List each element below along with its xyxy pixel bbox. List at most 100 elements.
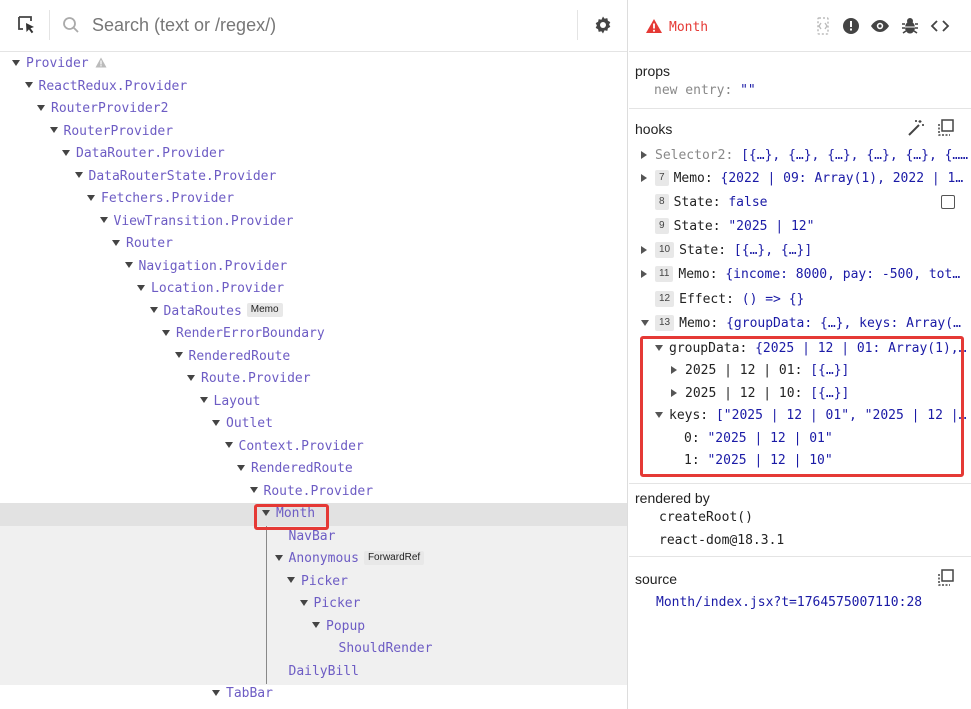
- copy-icon[interactable]: [936, 568, 956, 588]
- hook-row[interactable]: 11 Memo: {income: 8000, pay: -500, tot…: [641, 265, 960, 285]
- view-source-icon[interactable]: [930, 16, 950, 36]
- hook-row[interactable]: 13 Memo: {groupData: {…}, keys: Array(…: [641, 314, 961, 334]
- expand-icon[interactable]: [641, 150, 647, 159]
- gear-icon[interactable]: [593, 15, 613, 35]
- search-input[interactable]: [92, 12, 562, 38]
- tree-row[interactable]: Router: [0, 233, 627, 256]
- tree-row[interactable]: DataRouterState.Provider: [0, 166, 627, 189]
- expand-toggle-icon[interactable]: [74, 172, 83, 178]
- expand-toggle-icon[interactable]: [212, 689, 220, 696]
- expand-toggle-icon[interactable]: [274, 554, 283, 561]
- suspend-toggle-icon[interactable]: [813, 16, 833, 36]
- hook-name: Effect:: [679, 292, 734, 307]
- props-section: props new entry: "": [629, 53, 971, 109]
- tree-row[interactable]: DataRouter.Provider: [0, 143, 627, 166]
- expand-toggle-icon[interactable]: [249, 487, 258, 493]
- tree-row[interactable]: Context.Provider: [0, 436, 627, 459]
- tree-row[interactable]: Route.Provider: [0, 481, 627, 504]
- state-checkbox[interactable]: [941, 195, 955, 209]
- hooks-title: hooks: [635, 121, 673, 137]
- tree-row[interactable]: Fetchers.Provider: [0, 188, 627, 211]
- tree-row[interactable]: DailyBill: [0, 661, 627, 684]
- collapse-icon[interactable]: [641, 319, 649, 326]
- new-entry-key: new entry:: [654, 83, 733, 98]
- expand-toggle-icon[interactable]: [87, 194, 95, 201]
- expand-toggle-icon[interactable]: [49, 127, 58, 133]
- tree-toolbar: [0, 0, 627, 52]
- hook-index: 13: [655, 314, 675, 331]
- expand-toggle-icon[interactable]: [187, 374, 195, 381]
- tree-node-label: RenderErrorBoundary: [176, 326, 325, 341]
- tree-row[interactable]: RenderErrorBoundary: [0, 323, 627, 346]
- expand-icon[interactable]: [641, 245, 647, 254]
- tree-node-label: Location.Provider: [151, 281, 285, 296]
- magic-wand-icon[interactable]: [906, 118, 926, 138]
- rendered-by-item[interactable]: createRoot(): [659, 508, 753, 528]
- tree-row[interactable]: ReactRedux.Provider: [0, 76, 627, 99]
- select-element-icon[interactable]: [16, 14, 38, 36]
- expand-toggle-icon[interactable]: [312, 622, 320, 628]
- tree-row[interactable]: Provider: [0, 53, 627, 76]
- tree-row[interactable]: Layout: [0, 391, 627, 414]
- expand-icon[interactable]: [641, 269, 647, 278]
- expand-toggle-icon[interactable]: [237, 464, 245, 471]
- hook-row[interactable]: Selector2: [{…}, {…}, {…}, {…}, {…}, {……: [641, 146, 968, 166]
- tree-row[interactable]: RenderedRoute: [0, 346, 627, 369]
- expand-icon[interactable]: [641, 173, 647, 182]
- expand-toggle-icon[interactable]: [287, 577, 295, 583]
- expand-toggle-icon[interactable]: [12, 59, 20, 66]
- tree-row[interactable]: Outlet: [0, 413, 627, 436]
- tree-row[interactable]: Location.Provider: [0, 278, 627, 301]
- expand-toggle-icon[interactable]: [62, 149, 70, 156]
- tree-row[interactable]: Picker: [0, 593, 627, 616]
- tree-row[interactable]: TabBar: [0, 683, 627, 706]
- hook-row[interactable]: 9 State: "2025 | 12": [655, 217, 814, 237]
- tree-node-label: RouterProvider2: [51, 101, 169, 116]
- expand-toggle-icon[interactable]: [37, 104, 45, 111]
- bug-icon[interactable]: [900, 16, 920, 36]
- tree-row[interactable]: Picker: [0, 571, 627, 594]
- new-entry-value[interactable]: "": [740, 83, 756, 98]
- expand-toggle-icon[interactable]: [137, 284, 145, 291]
- hook-index: 8: [655, 193, 669, 210]
- warning-icon: [95, 57, 107, 68]
- tree-row[interactable]: RenderedRoute: [0, 458, 627, 481]
- copy-icon[interactable]: [936, 118, 956, 138]
- tree-node-label: DailyBill: [288, 663, 359, 679]
- tree-row[interactable]: DataRoutes Memo: [0, 301, 627, 324]
- expand-toggle-icon[interactable]: [112, 239, 120, 246]
- expand-toggle-icon[interactable]: [24, 82, 33, 88]
- expand-toggle-icon[interactable]: [149, 307, 158, 313]
- source-link[interactable]: Month/index.jsx?t=1764575007110:28: [656, 593, 922, 613]
- rendered-by-item[interactable]: react-dom@18.3.1: [659, 531, 784, 551]
- hook-name: Selector2:: [655, 148, 734, 163]
- hook-name: State:: [673, 219, 721, 234]
- expand-toggle-icon[interactable]: [299, 599, 308, 606]
- expand-toggle-icon[interactable]: [224, 442, 233, 448]
- hook-value: () => {}: [741, 292, 805, 307]
- tree-row[interactable]: ShouldRender: [0, 638, 627, 661]
- error-boundary-icon[interactable]: [841, 16, 861, 36]
- warning-icon: [646, 19, 662, 33]
- tree-row[interactable]: Route.Provider: [0, 368, 627, 391]
- tree-row[interactable]: ViewTransition.Provider: [0, 211, 627, 234]
- hook-row[interactable]: 10 State: [{…}, {…}]: [641, 241, 812, 261]
- tree-row[interactable]: RouterProvider2: [0, 98, 627, 121]
- tree-row[interactable]: Popup: [0, 616, 627, 639]
- hook-index: 9: [655, 217, 669, 234]
- hook-row[interactable]: 12 Effect: () => {}: [655, 290, 804, 310]
- expand-toggle-icon[interactable]: [162, 329, 170, 336]
- hook-row[interactable]: 8 State: false: [655, 193, 768, 213]
- expand-toggle-icon[interactable]: [124, 262, 133, 268]
- expand-toggle-icon[interactable]: [99, 217, 108, 223]
- expand-toggle-icon[interactable]: [212, 419, 220, 426]
- hook-row[interactable]: 7 Memo: {2022 | 09: Array(1), 2022 | 1…: [641, 169, 963, 189]
- new-entry-row[interactable]: new entry: "": [654, 81, 756, 101]
- expand-toggle-icon[interactable]: [199, 397, 208, 403]
- expand-toggle-icon[interactable]: [174, 352, 183, 358]
- hook-name: Memo:: [673, 171, 713, 186]
- tree-row[interactable]: RouterProvider: [0, 121, 627, 144]
- tree-row[interactable]: Navigation.Provider: [0, 256, 627, 279]
- tree-row[interactable]: Anonymous ForwardRef: [0, 548, 627, 571]
- eye-icon[interactable]: [870, 16, 890, 36]
